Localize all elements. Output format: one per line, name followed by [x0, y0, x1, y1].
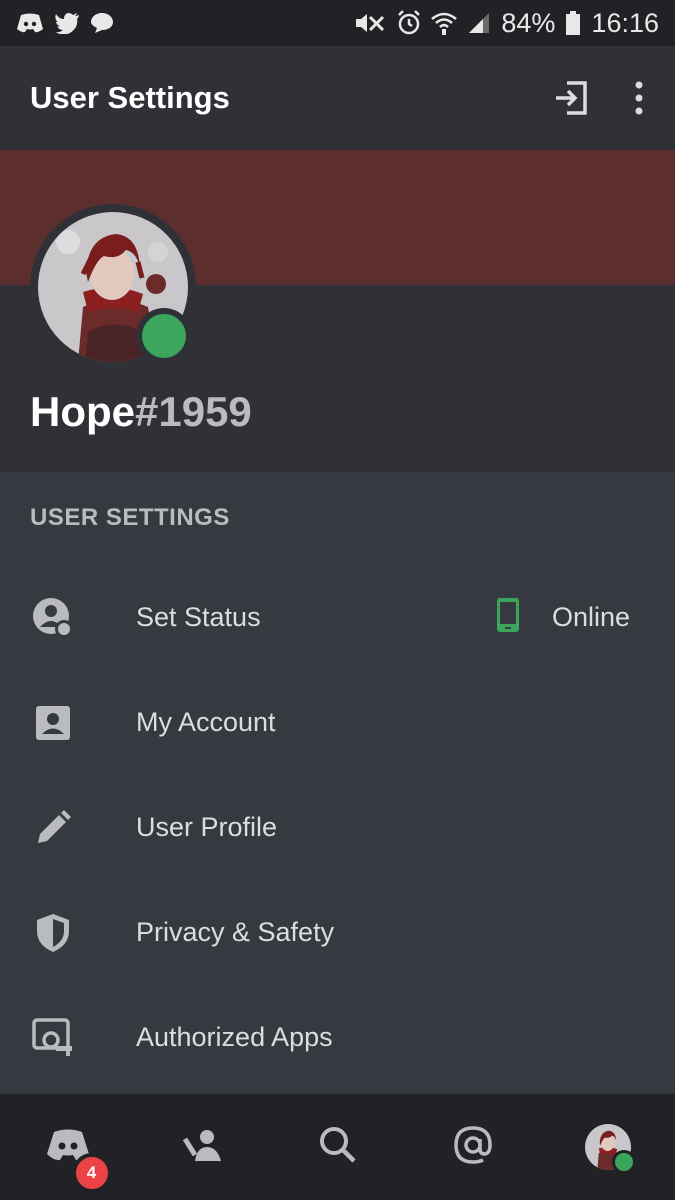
settings-item-privacy-safety[interactable]: Privacy & Safety — [0, 880, 675, 985]
settings-item-my-account[interactable]: My Account — [0, 670, 675, 775]
discord-icon — [16, 12, 44, 34]
notification-badge: 4 — [71, 1153, 112, 1193]
username-discriminator: #1959 — [135, 388, 252, 435]
online-status-indicator — [136, 308, 192, 364]
signal-icon — [467, 11, 491, 35]
settings-item-label: Set Status — [136, 602, 261, 632]
nav-online-indicator — [612, 1150, 636, 1174]
section-title: USER SETTINGS — [30, 504, 230, 531]
wifi-icon — [431, 10, 458, 36]
username: Hope#1959 — [30, 388, 252, 436]
settings-item-label: My Account — [136, 707, 276, 737]
nav-profile[interactable] — [568, 1107, 648, 1187]
settings-list: Set Status Online My Account User Profil… — [0, 565, 675, 1090]
status-icon — [32, 597, 74, 639]
bottom-nav: 4 — [0, 1094, 675, 1200]
nfc-mute-icon — [353, 10, 387, 36]
mobile-phone-icon — [496, 597, 520, 638]
chat-bubble-icon — [90, 12, 114, 34]
username-name: Hope — [30, 388, 135, 435]
battery-icon — [565, 10, 581, 36]
twitter-icon — [54, 12, 80, 34]
app-bar: User Settings — [0, 46, 675, 150]
authorized-apps-icon — [32, 1017, 74, 1059]
settings-item-label: Privacy & Safety — [136, 917, 335, 947]
battery-percent: 84% — [501, 7, 556, 38]
nav-search[interactable] — [298, 1107, 378, 1187]
page-title: User Settings — [30, 80, 230, 115]
logout-icon[interactable] — [553, 80, 589, 116]
status-bar: 84% 16:16 — [0, 0, 675, 46]
alarm-icon — [397, 10, 421, 36]
account-card-icon — [32, 702, 74, 744]
settings-item-user-profile[interactable]: User Profile — [0, 775, 675, 880]
search-icon — [319, 1126, 357, 1169]
clock: 16:16 — [591, 7, 659, 38]
nav-home[interactable]: 4 — [28, 1107, 112, 1193]
nav-friends[interactable] — [163, 1107, 243, 1187]
mentions-icon — [453, 1125, 493, 1170]
settings-item-label: User Profile — [136, 812, 278, 842]
more-vertical-icon[interactable] — [633, 81, 645, 115]
friends-icon — [182, 1127, 223, 1168]
pencil-icon — [32, 807, 74, 849]
settings-item-label: Authorized Apps — [136, 1022, 333, 1052]
shield-icon — [32, 912, 74, 954]
settings-item-authorized-apps[interactable]: Authorized Apps — [0, 985, 675, 1090]
status-value: Online — [551, 602, 630, 632]
settings-item-set-status[interactable]: Set Status Online — [0, 565, 675, 670]
nav-mentions[interactable] — [433, 1107, 513, 1187]
